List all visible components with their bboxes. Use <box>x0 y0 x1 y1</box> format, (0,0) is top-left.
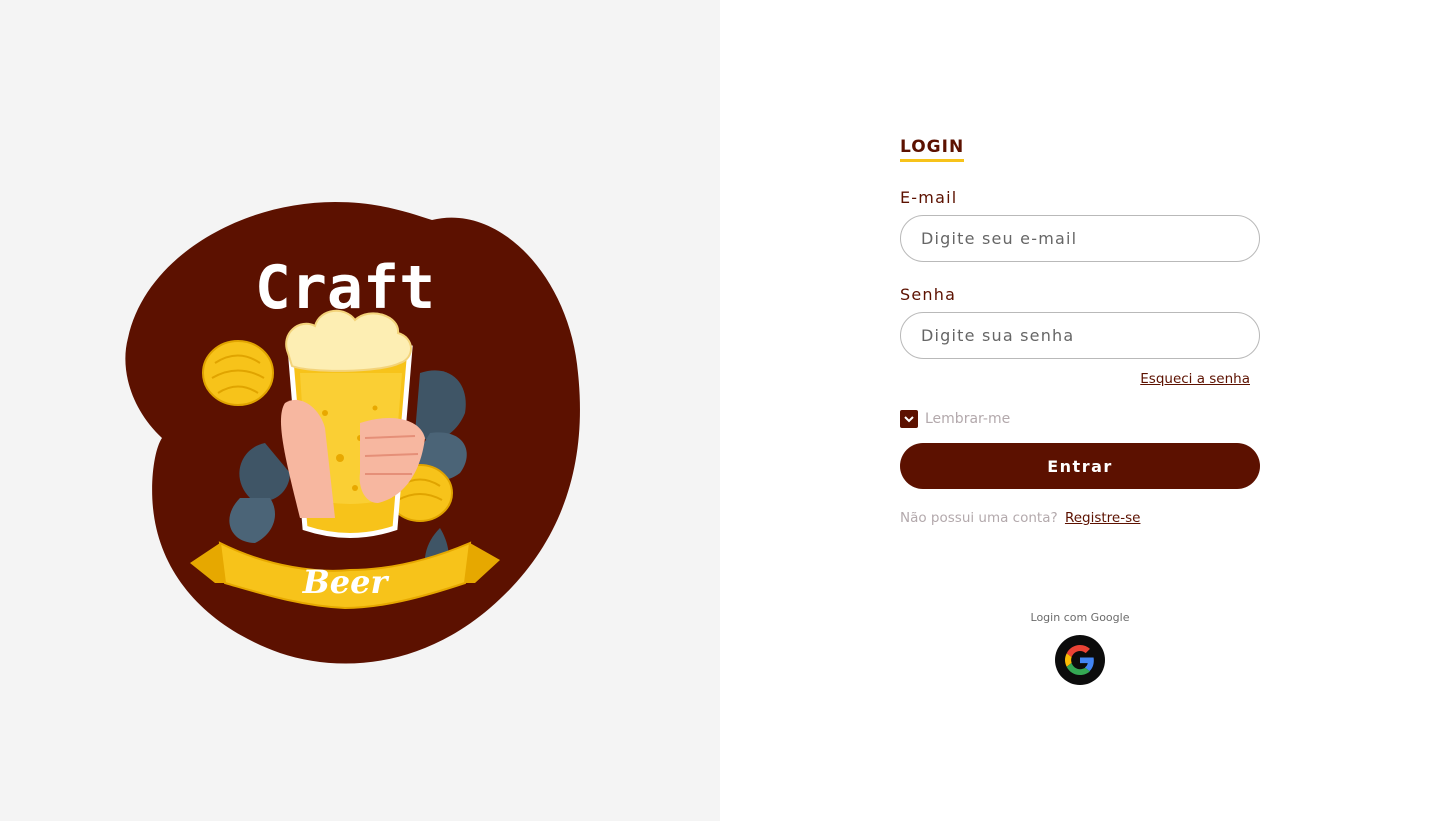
remember-me-checkbox[interactable] <box>900 410 918 428</box>
register-row: Não possui uma conta? Registre-se <box>900 510 1140 526</box>
password-label: Senha <box>900 285 957 304</box>
logo-beer-text: Beer <box>302 563 390 601</box>
remember-me-row: Lembrar-me <box>900 410 1010 428</box>
craft-beer-logo: Beer Craft <box>120 198 585 668</box>
email-input[interactable] <box>900 215 1260 262</box>
forgot-password-link[interactable]: Esqueci a senha <box>1140 371 1250 387</box>
register-link[interactable]: Registre-se <box>1065 510 1141 526</box>
email-label: E-mail <box>900 188 958 207</box>
google-login-button[interactable] <box>1055 635 1105 685</box>
password-input[interactable] <box>900 312 1260 359</box>
submit-button[interactable]: Entrar <box>900 443 1260 489</box>
checkmark-icon <box>904 416 914 423</box>
right-panel: LOGIN E-mail Senha Esqueci a senha Lembr… <box>720 0 1440 821</box>
no-account-text: Não possui uma conta? <box>900 510 1058 526</box>
remember-me-label: Lembrar-me <box>925 411 1011 427</box>
login-title: LOGIN <box>900 137 965 162</box>
google-login-label: Login com Google <box>1030 611 1130 624</box>
logo-craft-text: Craft <box>255 253 436 323</box>
login-form: LOGIN E-mail Senha Esqueci a senha Lembr… <box>900 137 1260 685</box>
google-g-icon <box>1065 645 1094 675</box>
left-panel: Beer Craft <box>0 0 720 821</box>
